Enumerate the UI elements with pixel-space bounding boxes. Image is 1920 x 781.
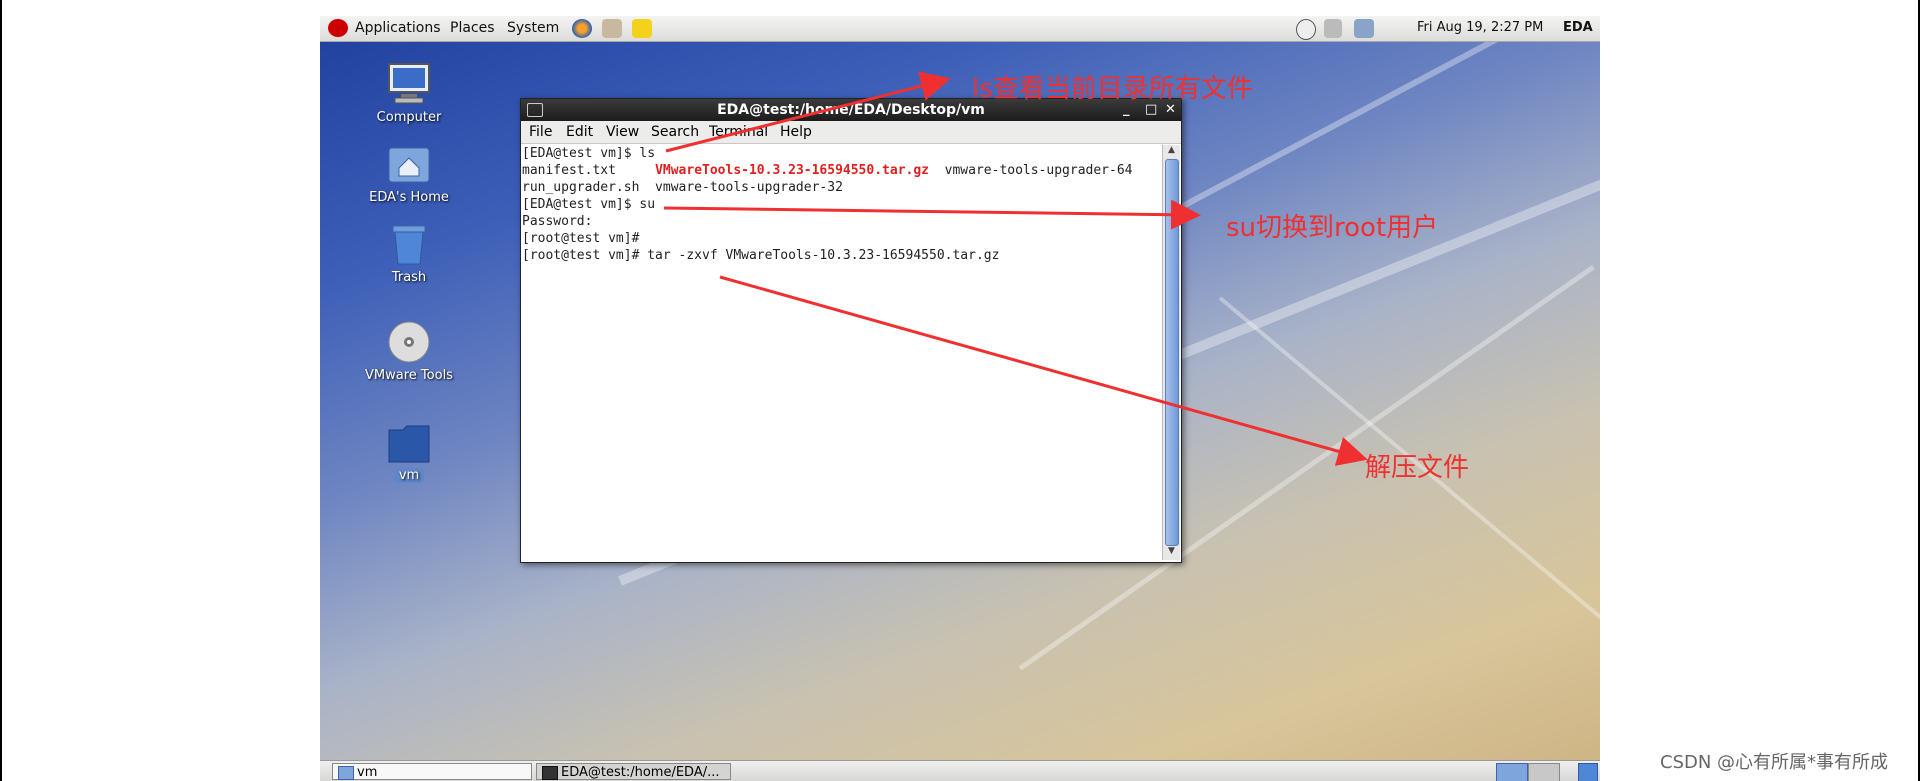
arrow-ls	[665, 71, 951, 153]
watermark: CSDN @心有所属*事有所成	[1660, 752, 1889, 773]
annotation-arrows	[663, 71, 1368, 466]
arrow-su	[663, 199, 1201, 230]
annotation-su: su切换到root用户	[1226, 213, 1439, 243]
arrow-tar	[719, 275, 1368, 466]
annotation-extract: 解压文件	[1365, 453, 1470, 483]
annotation-ls: ls查看当前目录所有文件	[972, 74, 1253, 104]
